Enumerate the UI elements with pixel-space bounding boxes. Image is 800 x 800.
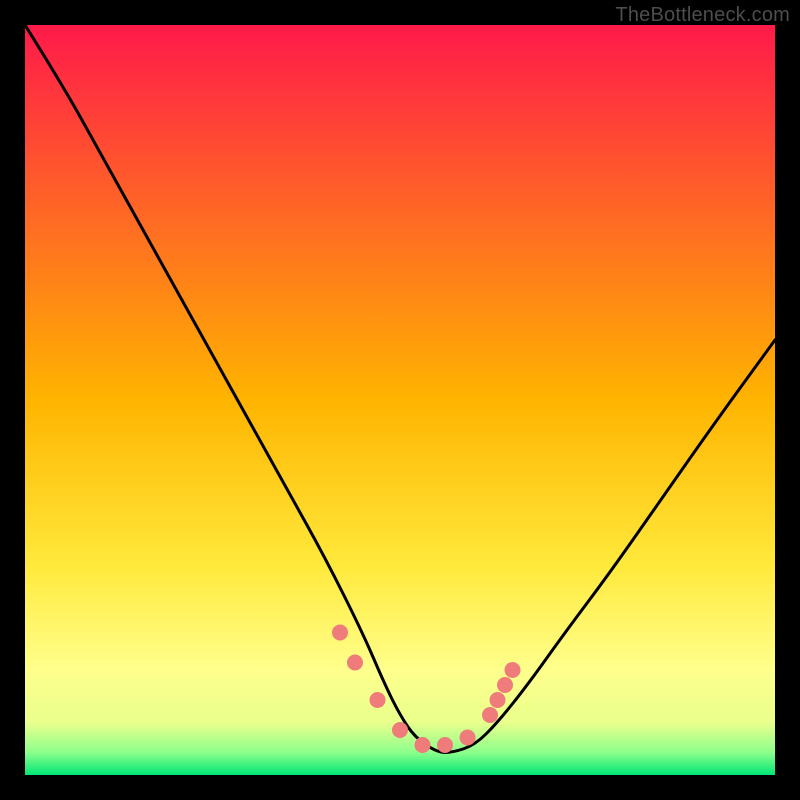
marker-dot xyxy=(392,722,408,738)
marker-dot xyxy=(505,662,521,678)
chart-background xyxy=(25,25,775,775)
marker-dot xyxy=(460,730,476,746)
marker-dot xyxy=(437,737,453,753)
chart-frame xyxy=(25,25,775,775)
marker-dot xyxy=(482,707,498,723)
marker-dot xyxy=(415,737,431,753)
marker-dot xyxy=(332,625,348,641)
plot-svg xyxy=(25,25,775,775)
watermark-text: TheBottleneck.com xyxy=(615,4,790,27)
marker-dot xyxy=(497,677,513,693)
marker-dot xyxy=(370,692,386,708)
marker-dot xyxy=(490,692,506,708)
marker-dot xyxy=(347,655,363,671)
